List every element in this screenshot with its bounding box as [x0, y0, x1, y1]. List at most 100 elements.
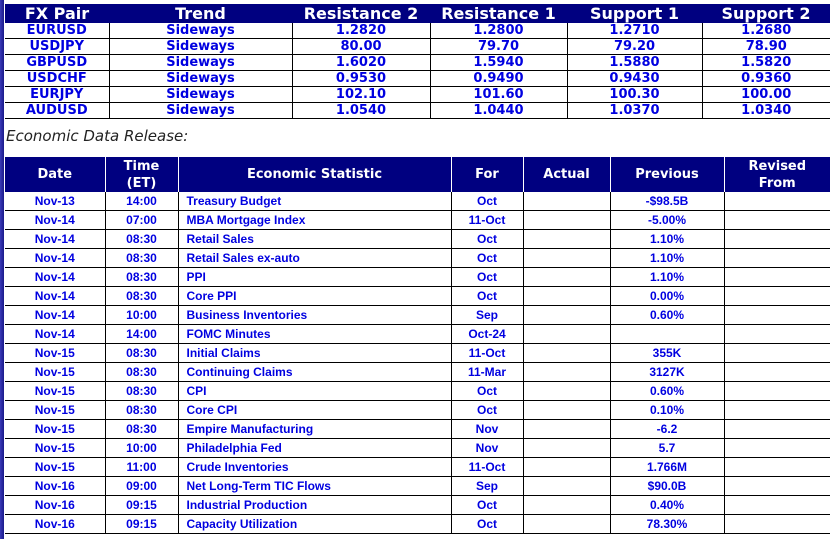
cell-date: Nov-14 [5, 286, 105, 306]
cell-support-1: 79.20 [566, 38, 702, 55]
cell-revised-from [723, 343, 830, 363]
cell-resistance-2: 1.6020 [291, 54, 430, 71]
cell-previous: -$98.5B [609, 192, 724, 211]
cell-actual [522, 457, 610, 477]
econ-row: Nov-15 08:30 Continuing Claims 11-Mar 3127K [5, 362, 830, 382]
cell-actual [522, 324, 610, 344]
cell-statistic: Core PPI [177, 286, 451, 306]
header-statistic: Economic Statistic [177, 157, 451, 192]
cell-for: Sep [450, 305, 523, 325]
cell-for: Sep [450, 476, 523, 496]
header-previous: Previous [609, 157, 724, 192]
cell-actual [522, 476, 610, 496]
cell-previous: 0.60% [609, 305, 724, 325]
cell-actual [522, 438, 610, 458]
cell-support-1: 1.2710 [566, 23, 702, 39]
econ-row: Nov-14 14:00 FOMC Minutes Oct-24 [5, 324, 830, 344]
cell-time: 14:00 [104, 324, 178, 344]
header-actual: Actual [522, 157, 610, 192]
cell-time: 08:30 [104, 286, 178, 306]
cell-time: 08:30 [104, 362, 178, 382]
cell-actual [522, 192, 610, 211]
cell-statistic: Initial Claims [177, 343, 451, 363]
fx-row: EURJPY Sideways 102.10 101.60 100.30 100.00 [5, 86, 830, 103]
cell-previous: $90.0B [609, 476, 724, 496]
cell-time: 08:30 [104, 400, 178, 420]
cell-fx-pair: EURJPY [5, 86, 109, 103]
cell-statistic: Core CPI [177, 400, 451, 420]
fx-levels-table: FX Pair Trend Resistance 2 Resistance 1 Supp… [5, 4, 830, 119]
cell-date: Nov-15 [5, 419, 105, 439]
cell-for: 11-Mar [450, 362, 523, 382]
cell-resistance-1: 79.70 [429, 38, 567, 55]
econ-row: Nov-16 09:00 Net Long-Term TIC Flows Sep $90… [5, 476, 830, 496]
cell-date: Nov-14 [5, 229, 105, 249]
cell-support-1: 1.0370 [566, 102, 702, 119]
cell-support-1: 100.30 [566, 86, 702, 103]
cell-time: 08:30 [104, 267, 178, 287]
header-trend: Trend [109, 4, 292, 23]
cell-time: 11:00 [104, 457, 178, 477]
cell-for: Oct [450, 229, 523, 249]
cell-for: Oct [450, 267, 523, 287]
cell-statistic: Crude Inventories [177, 457, 451, 477]
econ-row: Nov-15 08:30 Empire Manufacturing Nov -6.2 [5, 419, 830, 439]
cell-resistance-2: 1.0540 [291, 102, 430, 119]
cell-support-2: 1.0340 [701, 102, 830, 119]
fx-row: GBPUSD Sideways 1.6020 1.5940 1.5880 1.5820 [5, 54, 830, 71]
cell-resistance-2: 0.9530 [291, 70, 430, 87]
cell-statistic: Net Long-Term TIC Flows [177, 476, 451, 496]
cell-time: 08:30 [104, 419, 178, 439]
cell-revised-from [723, 229, 830, 249]
cell-previous: 5.7 [609, 438, 724, 458]
cell-resistance-1: 0.9490 [429, 70, 567, 87]
econ-row: Nov-13 14:00 Treasury Budget Oct -$98.5B [5, 192, 830, 211]
cell-for: 11-Oct [450, 343, 523, 363]
cell-revised-from [723, 267, 830, 287]
cell-revised-from [723, 495, 830, 515]
cell-actual [522, 305, 610, 325]
cell-actual [522, 514, 610, 534]
cell-previous: 3127K [609, 362, 724, 382]
cell-date: Nov-14 [5, 305, 105, 325]
cell-for: Oct [450, 192, 523, 211]
header-resistance-2: Resistance 2 [292, 4, 430, 23]
header-date: Date [5, 157, 105, 192]
cell-revised-from [723, 419, 830, 439]
cell-previous [609, 324, 724, 344]
cell-resistance-1: 1.2800 [429, 23, 567, 39]
cell-previous: 0.60% [609, 381, 724, 401]
cell-trend: Sideways [108, 54, 292, 71]
cell-resistance-1: 1.0440 [429, 102, 567, 119]
econ-row: Nov-16 09:15 Industrial Production Oct 0.40% [5, 495, 830, 515]
cell-actual [522, 267, 610, 287]
cell-date: Nov-16 [5, 476, 105, 496]
fx-row: EURUSD Sideways 1.2820 1.2800 1.2710 1.2680 [5, 23, 830, 39]
cell-time: 08:30 [104, 343, 178, 363]
cell-trend: Sideways [108, 23, 292, 39]
cell-fx-pair: GBPUSD [5, 54, 109, 71]
cell-previous: 0.00% [609, 286, 724, 306]
header-revised-from: Revised From [723, 157, 830, 192]
fx-row: USDCHF Sideways 0.9530 0.9490 0.9430 0.9360 [5, 70, 830, 87]
cell-for: 11-Oct [450, 210, 523, 230]
cell-statistic: Business Inventories [177, 305, 451, 325]
econ-row: Nov-14 08:30 Retail Sales ex-auto Oct 1.10% [5, 248, 830, 268]
header-resistance-1: Resistance 1 [430, 4, 567, 23]
cell-time: 08:30 [104, 248, 178, 268]
econ-row: Nov-15 08:30 Core CPI Oct 0.10% [5, 400, 830, 420]
cell-time: 08:30 [104, 381, 178, 401]
cell-for: Oct-24 [450, 324, 523, 344]
cell-date: Nov-13 [5, 192, 105, 211]
cell-support-2: 100.00 [701, 86, 830, 103]
cell-previous: 1.10% [609, 229, 724, 249]
cell-support-2: 1.5820 [701, 54, 830, 71]
cell-date: Nov-14 [5, 248, 105, 268]
cell-date: Nov-16 [5, 495, 105, 515]
cell-statistic: Empire Manufacturing [177, 419, 451, 439]
cell-actual [522, 400, 610, 420]
cell-support-1: 1.5880 [566, 54, 702, 71]
econ-row: Nov-14 08:30 PPI Oct 1.10% [5, 267, 830, 287]
cell-previous: -5.00% [609, 210, 724, 230]
cell-statistic: MBA Mortgage Index [177, 210, 451, 230]
